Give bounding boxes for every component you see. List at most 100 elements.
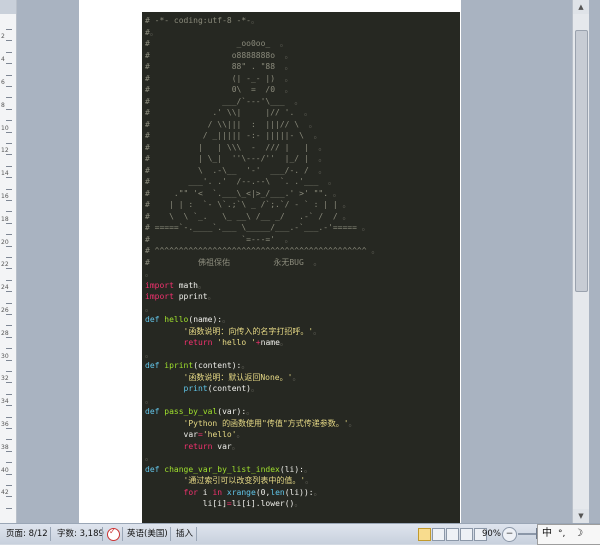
status-bar: 页面: 8/12 字数: 3,189 英语(美国) 插入 90% −	[0, 523, 600, 544]
code-line: '函数说明：默认返回None。'。	[145, 372, 379, 384]
code-token: 。	[198, 280, 206, 290]
code-token: # _oo0oo_	[145, 39, 271, 48]
insert-mode-indicator[interactable]: 插入	[176, 527, 193, 541]
code-token: (var):	[217, 407, 247, 416]
zoom-out-button[interactable]: −	[502, 527, 517, 542]
code-token: var	[212, 441, 232, 451]
code-line: # (| -_- |) 。	[145, 73, 379, 85]
code-token: def	[145, 407, 160, 416]
code-token: 。	[222, 315, 231, 324]
ruler-tick	[6, 416, 12, 418]
scroll-down-arrow-icon[interactable]: ▼	[573, 509, 589, 523]
code-token: '通过索引可以改变列表中的值。'	[183, 476, 306, 485]
code-token: 'hello'	[202, 430, 237, 439]
ruler-tick	[6, 507, 12, 509]
code-line: 。	[145, 268, 379, 280]
code-token: 。	[366, 246, 380, 255]
ruler-tick	[6, 325, 12, 327]
code-token: xrange	[226, 487, 256, 497]
code-text: # -*- coding:utf-8 -*-。 #。 # _oo0oo_ 。 # o8…	[145, 15, 379, 510]
code-token: (name):	[188, 315, 223, 324]
ime-toolbar[interactable]: 中 °, ☽	[537, 524, 600, 545]
ruler-tick	[6, 165, 12, 167]
ruler-number: 14	[1, 170, 9, 178]
page-count[interactable]: 页面: 8/12	[6, 527, 48, 541]
scrollbar-thumb[interactable]	[575, 30, 588, 292]
code-line: 。	[145, 395, 379, 407]
code-token: def	[145, 315, 160, 324]
ruler-number: 42	[1, 489, 9, 497]
code-line: # 88" . "88 。	[145, 61, 379, 73]
code-token: 。	[308, 142, 327, 152]
code-token: (content):	[193, 361, 242, 370]
code-token: 'Python 的函数使用"传值"方式传递参数。'	[183, 418, 349, 428]
ruler-number: 12	[1, 147, 9, 155]
code-line: def iprint(content):。	[145, 360, 379, 372]
ruler-number: 40	[1, 466, 9, 474]
status-divider	[122, 527, 123, 541]
ruler-tick	[6, 473, 12, 475]
vertical-ruler[interactable]: 2 4 6 8 10 12 14 16 18 20 22 24 26 28 30 32 34 36 38 40 42	[0, 0, 17, 523]
code-line: # \ \ `_. \_ __\ /__ _/ .-` / / 。	[145, 211, 379, 223]
ime-language-toggle[interactable]: 中	[542, 527, 552, 541]
code-token: # -*- coding:utf-8 -*-	[145, 16, 251, 25]
code-token: for	[183, 487, 198, 497]
moon-icon[interactable]: ☽	[574, 527, 583, 541]
code-token: # ."" '< `.___\_<|>_/___.' >' "".	[145, 188, 329, 198]
code-token: 。	[337, 211, 351, 221]
code-line: # _oo0oo_ 。	[145, 38, 379, 50]
code-token: change_var_by_list_index	[164, 464, 280, 474]
code-line: # .' \\| |// '. 。	[145, 107, 379, 119]
language-indicator[interactable]: 英语(美国)	[127, 527, 168, 541]
web-layout-view-icon[interactable]	[446, 528, 459, 541]
code-line: # -*- coding:utf-8 -*-。	[145, 15, 379, 27]
code-token: return	[183, 338, 213, 347]
ruler-tick	[6, 291, 12, 293]
ruler-tick	[6, 268, 12, 270]
ruler-tick	[6, 143, 12, 144]
ruler-tick	[6, 234, 12, 236]
outline-view-icon[interactable]	[460, 528, 473, 541]
code-token: name	[260, 338, 280, 347]
code-block[interactable]: # -*- coding:utf-8 -*-。 #。 # _oo0oo_ 。 # o8…	[142, 12, 460, 523]
code-token: # 88" . "88	[145, 62, 276, 71]
code-token: # | \_| ''\---/'' |_/ |	[145, 154, 309, 163]
vertical-scrollbar[interactable]: ▲ ▼	[572, 0, 589, 523]
code-line: # `=---=' 。	[145, 234, 379, 246]
code-line: 。	[145, 349, 379, 361]
code-token: # / _||||| -:- |||||- \	[145, 131, 304, 140]
code-token: math	[173, 280, 198, 290]
code-token: import	[145, 280, 174, 290]
ime-punctuation-toggle[interactable]: °,	[558, 527, 565, 541]
code-token: 。	[145, 303, 153, 313]
code-token: 。	[275, 234, 293, 244]
code-token: 。	[145, 269, 153, 278]
ruler-tick	[6, 314, 12, 315]
code-token: 。	[270, 39, 288, 48]
print-layout-view-icon[interactable]	[418, 528, 431, 541]
full-screen-reading-view-icon[interactable]	[432, 528, 445, 541]
code-token: 。	[303, 464, 312, 474]
document-page[interactable]: # -*- coding:utf-8 -*-。 #。 # _oo0oo_ 。 # o8…	[79, 0, 461, 523]
ruler-tick	[6, 97, 12, 99]
code-token: 。	[250, 16, 259, 25]
code-line: # o8888888o 。	[145, 50, 379, 62]
word-count[interactable]: 字数: 3,189	[57, 527, 104, 541]
code-token: # ___'. .' /--.--\ `. .'___	[145, 177, 319, 186]
zoom-level[interactable]: 90%	[482, 527, 501, 541]
code-token: def	[145, 361, 160, 370]
code-token: # | | \\\ - /// | |	[145, 142, 309, 152]
proofing-status-icon[interactable]	[107, 527, 120, 541]
ruler-tick	[6, 462, 12, 464]
ruler-number: 18	[1, 215, 9, 223]
code-token: 。	[145, 453, 153, 462]
ruler-tick	[6, 279, 12, 281]
scroll-up-arrow-icon[interactable]: ▲	[573, 0, 589, 14]
code-line: def hello(name):。	[145, 314, 379, 326]
code-token: 。	[294, 108, 312, 117]
code-line: # =====`-.____`.___ \_____/___.-`___.-'=…	[145, 222, 379, 234]
